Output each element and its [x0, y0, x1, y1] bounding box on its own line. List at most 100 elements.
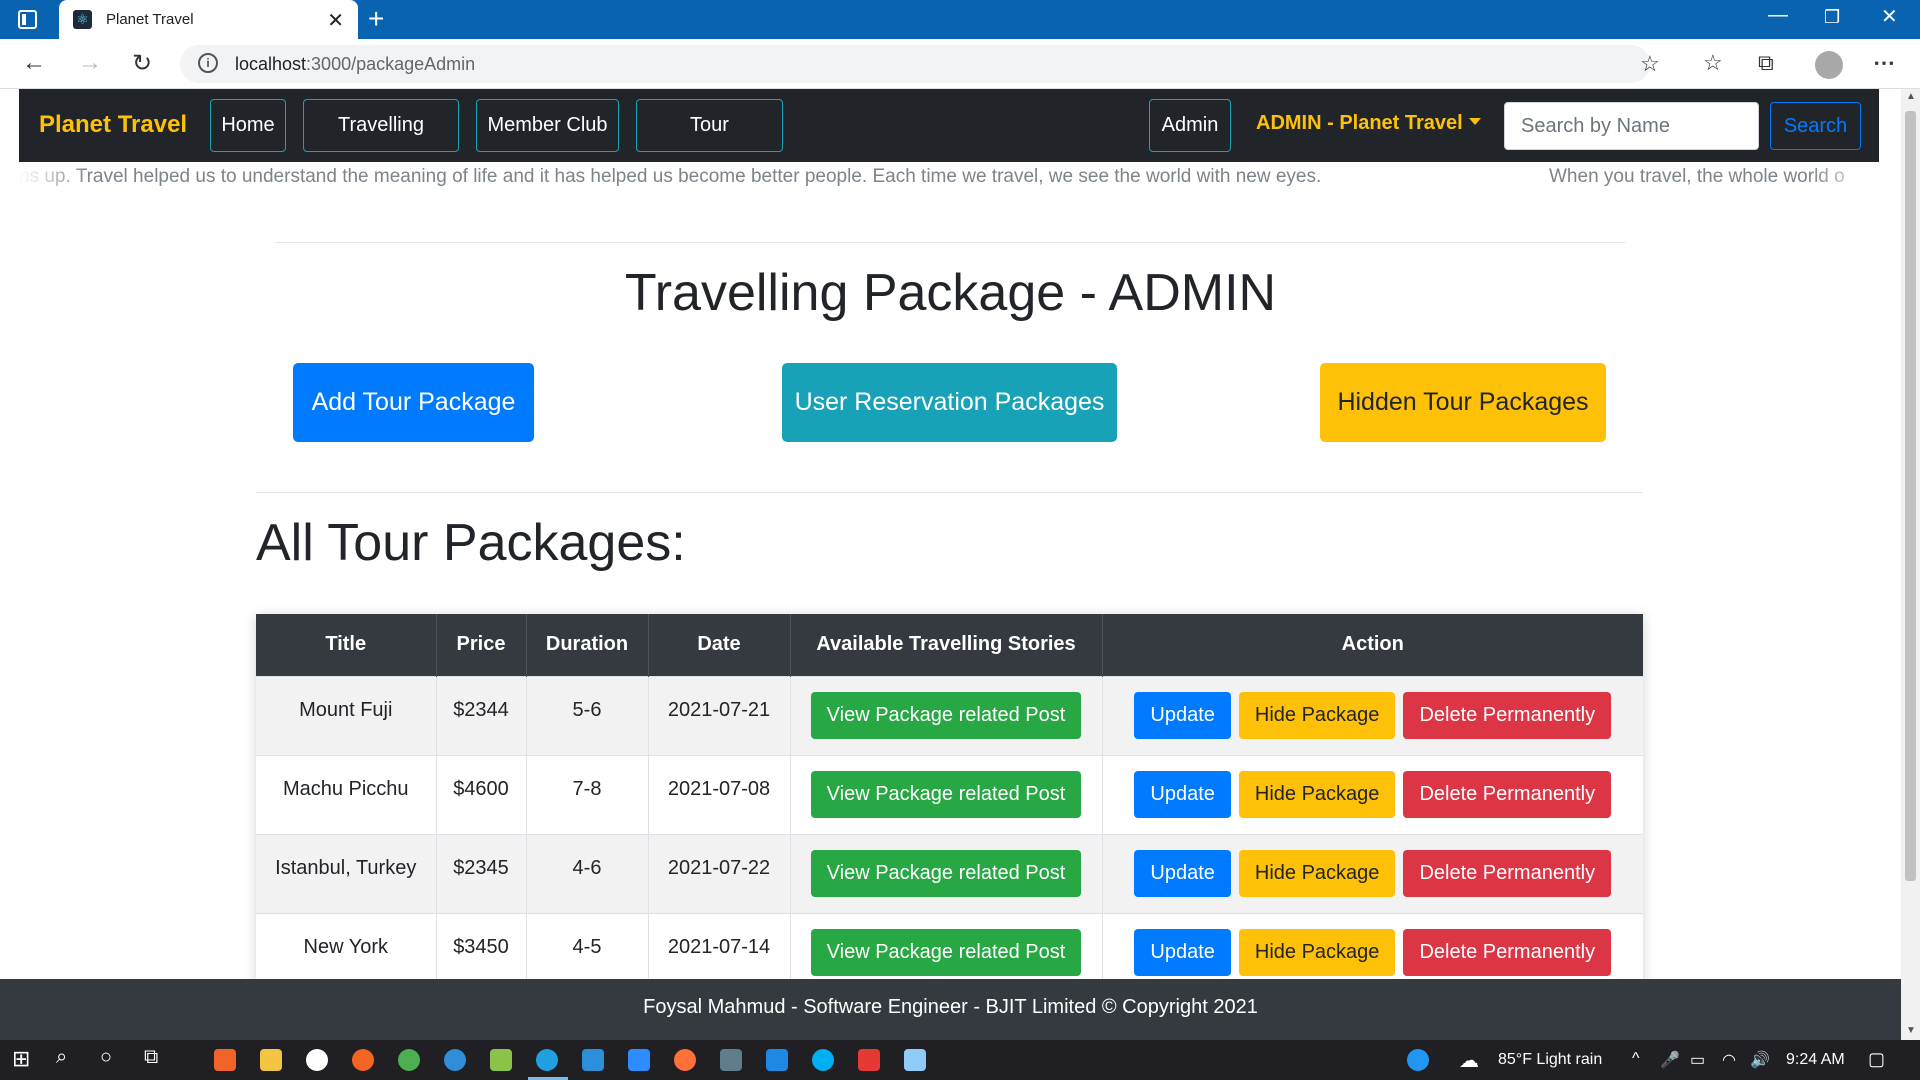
- battery-icon[interactable]: ▭: [1690, 1050, 1705, 1070]
- marquee-fade-right: [1809, 166, 1879, 196]
- hidden-tour-packages-button[interactable]: Hidden Tour Packages: [1320, 363, 1606, 442]
- brand-logo[interactable]: Planet Travel: [39, 111, 187, 139]
- cell-price: $4600: [436, 754, 527, 834]
- user-reservation-packages-button[interactable]: User Reservation Packages: [782, 363, 1117, 442]
- minimize-icon[interactable]: —: [1768, 4, 1788, 27]
- close-window-icon[interactable]: ✕: [1881, 4, 1898, 29]
- help-icon[interactable]: [1407, 1049, 1429, 1071]
- navbar: Planet Travel Home Travelling Story Memb…: [19, 89, 1879, 187]
- zoom-icon[interactable]: [628, 1049, 650, 1071]
- collections-icon[interactable]: ⧉: [1758, 50, 1774, 76]
- postman-icon[interactable]: [352, 1049, 374, 1071]
- hide-package-button[interactable]: Hide Package: [1238, 692, 1396, 739]
- clock-time[interactable]: 9:24 AM: [1786, 1051, 1845, 1069]
- microphone-icon[interactable]: 🎤: [1660, 1050, 1680, 1070]
- update-button[interactable]: Update: [1134, 850, 1231, 897]
- firefox-icon[interactable]: [674, 1049, 696, 1071]
- task-view-icon[interactable]: ⧉: [144, 1046, 158, 1069]
- app-icon[interactable]: [444, 1049, 466, 1071]
- skype-icon[interactable]: [812, 1049, 834, 1071]
- packages-table: Title Price Duration Date Available Trav…: [256, 614, 1643, 979]
- cell-title: Mount Fuji: [256, 675, 437, 755]
- new-tab-icon[interactable]: +: [368, 3, 384, 35]
- nav-tour-packages[interactable]: Tour Packages: [636, 99, 783, 187]
- delete-button[interactable]: Delete Permanently: [1403, 692, 1612, 739]
- scroll-down-icon[interactable]: ▼: [1906, 1025, 1916, 1036]
- url-field[interactable]: i localhost:3000/packageAdmin ☆: [180, 45, 1660, 83]
- caret-down-icon: [1468, 118, 1481, 125]
- marquee-text-2: When you travel, the whole world o: [1549, 166, 1845, 187]
- update-button[interactable]: Update: [1134, 771, 1231, 818]
- cell-price: $3450: [436, 912, 527, 979]
- view-post-button[interactable]: View Package related Post: [810, 850, 1082, 897]
- snipping-icon[interactable]: [858, 1049, 880, 1071]
- view-post-button[interactable]: View Package related Post: [810, 692, 1082, 739]
- view-post-button[interactable]: View Package related Post: [810, 771, 1082, 818]
- hide-package-button[interactable]: Hide Package: [1238, 771, 1396, 818]
- browser-titlebar: ⚛ Planet Travel ✕ + — ❐ ✕: [0, 0, 1920, 39]
- table-row: Istanbul, Turkey $2345 4-6 2021-07-22 Vi…: [256, 833, 1643, 913]
- delete-button[interactable]: Delete Permanently: [1403, 771, 1612, 818]
- tab-title: Planet Travel: [106, 11, 194, 28]
- nav-member-club[interactable]: Member Club: [476, 99, 619, 152]
- file-explorer-icon[interactable]: [260, 1049, 282, 1071]
- cell-actions: Update Hide Package Delete Permanently: [1102, 754, 1643, 834]
- search-icon[interactable]: ⌕: [56, 1046, 67, 1069]
- arrow-right-icon[interactable]: →: [78, 49, 102, 77]
- reload-icon[interactable]: ↻: [132, 49, 152, 78]
- browser-tab[interactable]: ⚛ Planet Travel ✕: [59, 0, 358, 39]
- delete-button[interactable]: Delete Permanently: [1403, 929, 1612, 977]
- scroll-up-icon[interactable]: ▲: [1906, 91, 1916, 102]
- wifi-icon[interactable]: ◠: [1722, 1050, 1736, 1070]
- favorites-icon[interactable]: ☆: [1703, 50, 1723, 76]
- outlook-icon[interactable]: [766, 1049, 788, 1071]
- nav-home[interactable]: Home: [210, 99, 286, 152]
- delete-button[interactable]: Delete Permanently: [1403, 850, 1612, 897]
- url-text[interactable]: localhost:3000/packageAdmin: [235, 54, 475, 75]
- notepad-icon[interactable]: [490, 1049, 512, 1071]
- table-row: Mount Fuji $2344 5-6 2021-07-21 View Pac…: [256, 675, 1643, 755]
- hide-package-button[interactable]: Hide Package: [1238, 929, 1396, 977]
- windows-start-icon[interactable]: ⊞: [12, 1046, 30, 1072]
- admin-dropdown[interactable]: ADMIN - Planet Travel: [1256, 112, 1481, 135]
- arrow-left-icon[interactable]: ←: [22, 49, 46, 77]
- restore-icon[interactable]: ❐: [1824, 7, 1840, 28]
- tab-close-icon[interactable]: ✕: [327, 8, 344, 33]
- tab-actions-icon[interactable]: [18, 10, 37, 29]
- cell-duration: 7-8: [526, 754, 649, 834]
- vscode-icon[interactable]: [582, 1049, 604, 1071]
- star-plus-icon[interactable]: ☆: [1640, 51, 1660, 77]
- xampp-icon[interactable]: [214, 1049, 236, 1071]
- github-icon[interactable]: [306, 1049, 328, 1071]
- address-bar: ← → ↻ i localhost:3000/packageAdmin ☆ ☆ …: [0, 39, 1920, 89]
- scroll-thumb[interactable]: [1905, 111, 1916, 881]
- search-input[interactable]: [1504, 102, 1759, 150]
- add-tour-package-button[interactable]: Add Tour Package: [293, 363, 534, 442]
- ellipsis-icon[interactable]: ⋯: [1873, 50, 1895, 76]
- hide-package-button[interactable]: Hide Package: [1238, 850, 1396, 897]
- page-scrollbar[interactable]: ▲ ▼: [1901, 89, 1920, 1040]
- chrome-icon[interactable]: [398, 1049, 420, 1071]
- nav-travelling-story[interactable]: Travelling Story: [303, 99, 459, 187]
- cell-stories: View Package related Post: [790, 754, 1103, 834]
- volume-icon[interactable]: 🔊: [1750, 1050, 1770, 1070]
- notification-icon[interactable]: ▢: [1868, 1049, 1885, 1070]
- info-icon[interactable]: i: [198, 53, 218, 73]
- marquee-fade-left: [19, 166, 89, 196]
- edge-icon[interactable]: [536, 1049, 558, 1071]
- chevron-up-icon[interactable]: ^: [1632, 1050, 1640, 1068]
- nav-admin[interactable]: Admin: [1149, 99, 1231, 152]
- search-button[interactable]: Search: [1770, 102, 1861, 150]
- cell-date: 2021-07-21: [648, 675, 791, 755]
- cortana-icon[interactable]: ○: [100, 1046, 112, 1069]
- cell-date: 2021-07-08: [648, 754, 791, 834]
- view-post-button[interactable]: View Package related Post: [810, 929, 1082, 977]
- app-icon[interactable]: [904, 1049, 926, 1071]
- weather-text[interactable]: 85°F Light rain: [1498, 1051, 1602, 1069]
- profile-icon[interactable]: [1815, 51, 1843, 79]
- calculator-icon[interactable]: [720, 1049, 742, 1071]
- update-button[interactable]: Update: [1134, 692, 1231, 739]
- header-stories: Available Travelling Stories: [790, 614, 1103, 676]
- cell-title: Istanbul, Turkey: [256, 833, 437, 913]
- update-button[interactable]: Update: [1134, 929, 1231, 977]
